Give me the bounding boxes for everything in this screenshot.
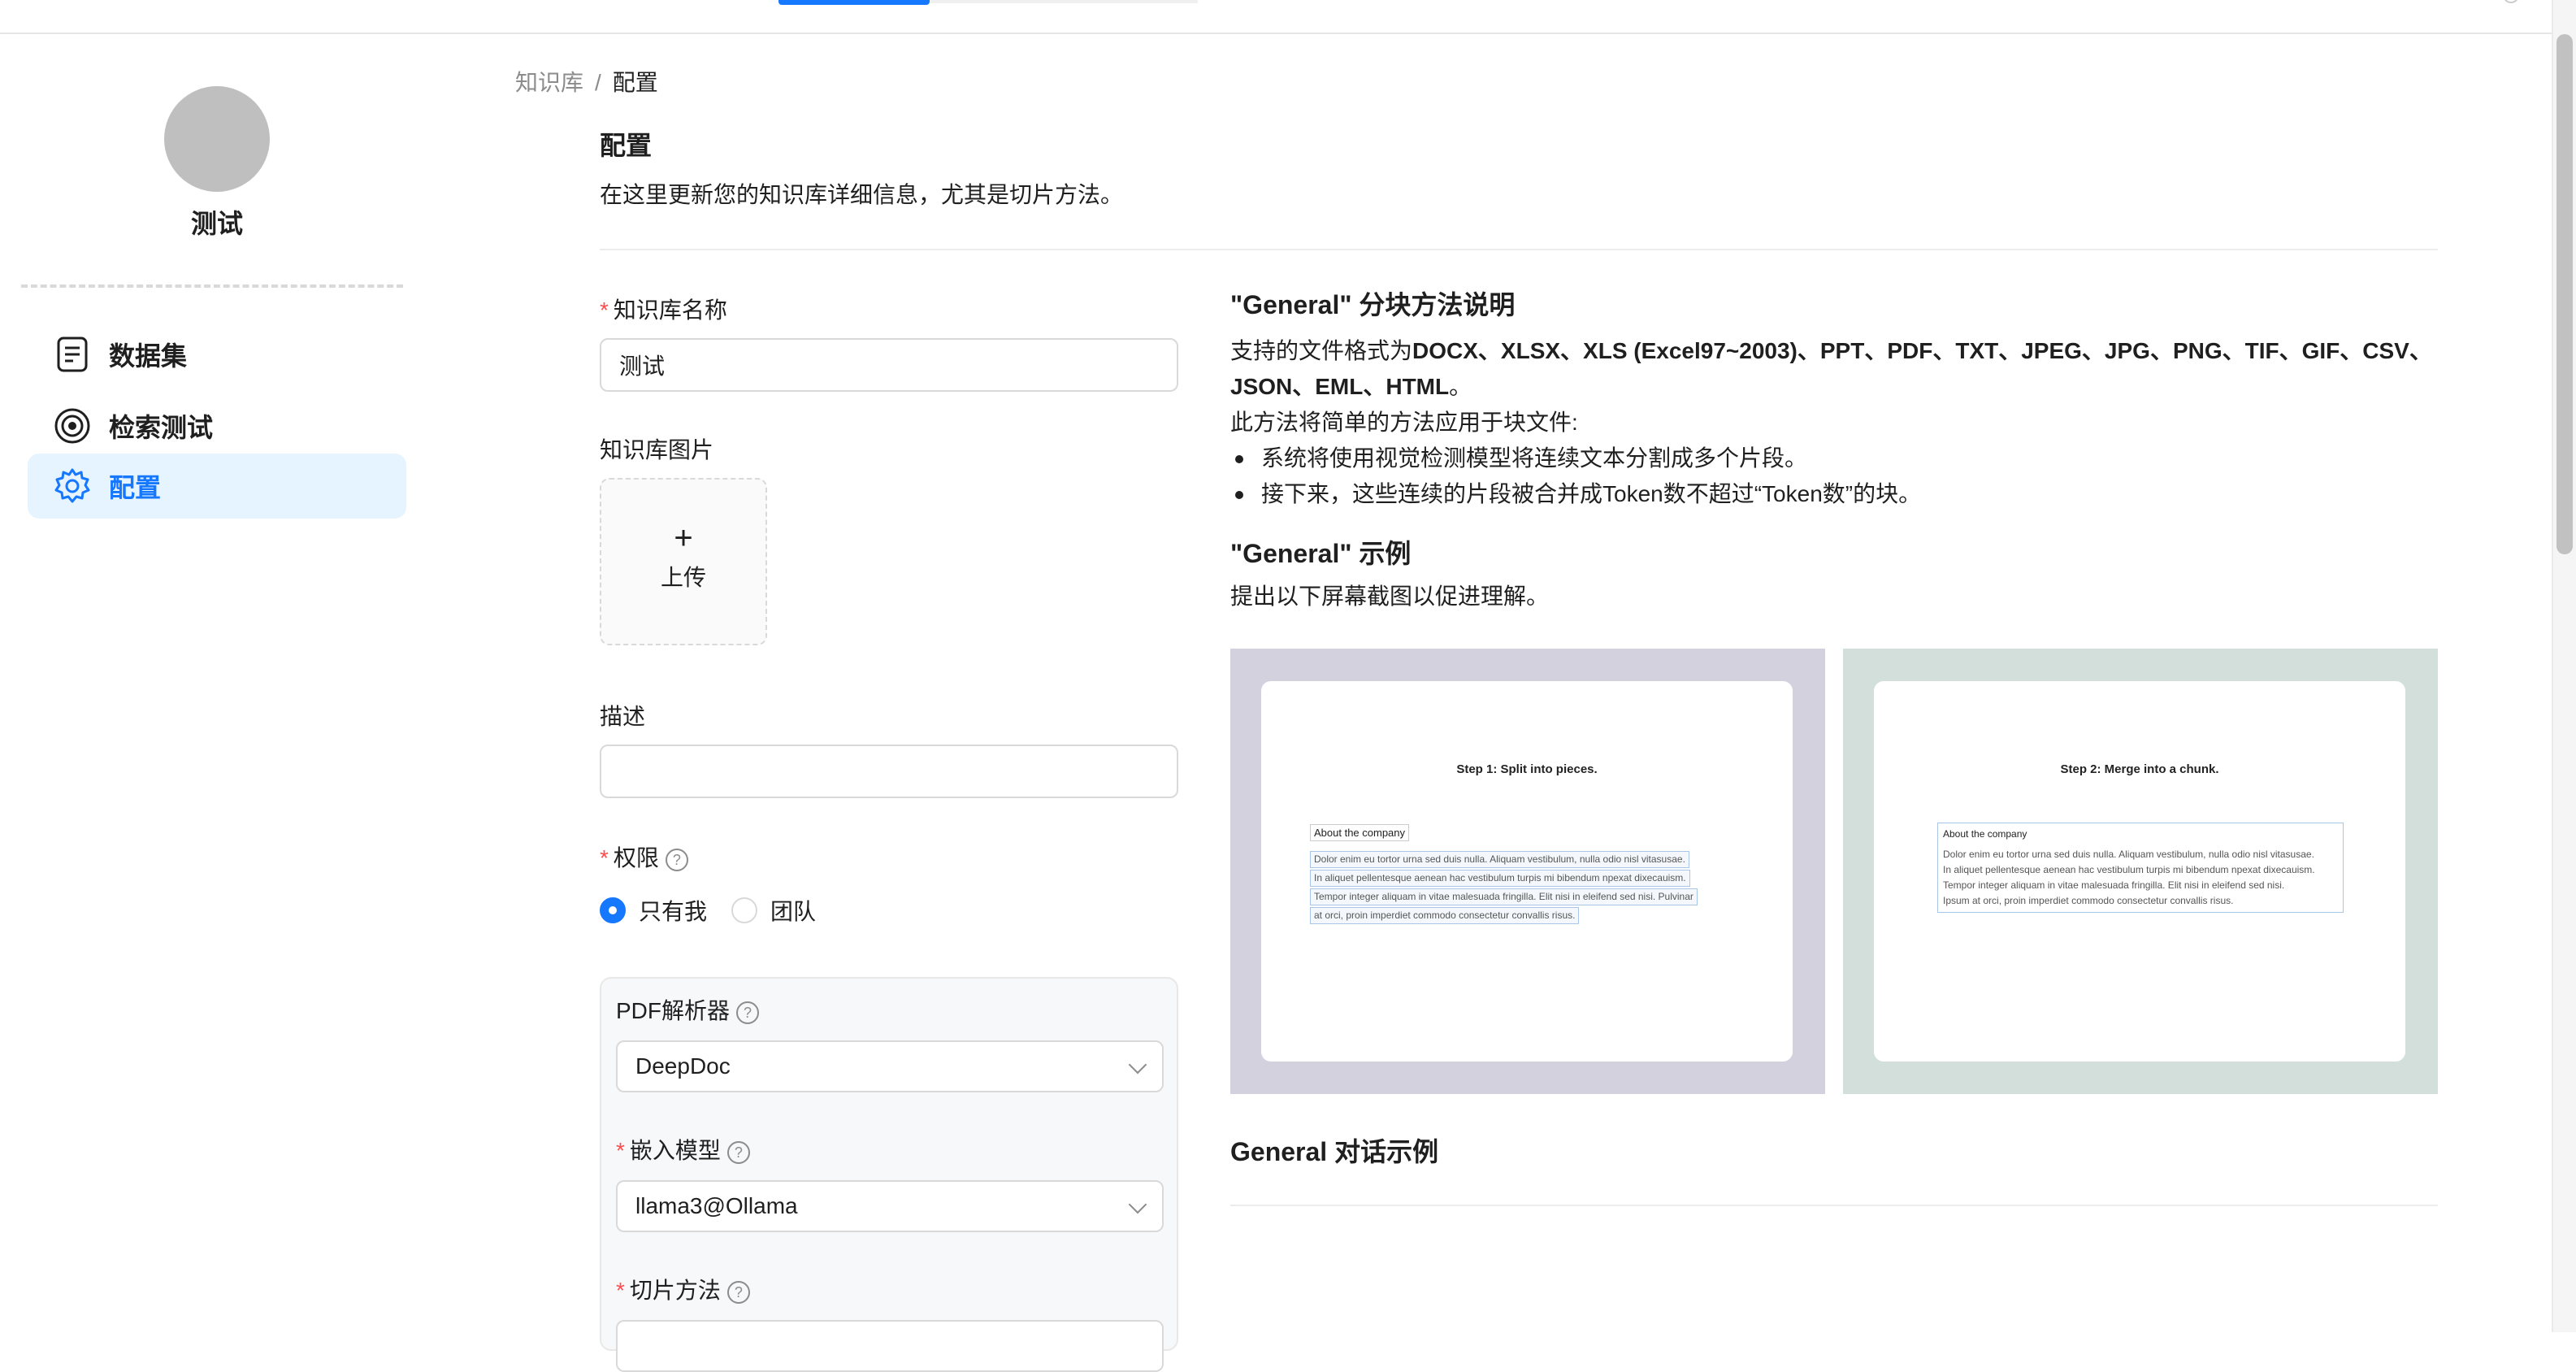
page-subtitle: 在这里更新您的知识库详细信息，尤其是切片方法。 <box>600 182 1124 207</box>
sidebar: 测试 数据集 检索测试 配置 <box>0 36 423 1332</box>
description-input[interactable] <box>600 745 1178 798</box>
kb-name-input[interactable]: 测试 <box>600 338 1178 392</box>
required-mark: * <box>600 845 609 871</box>
screenshot-card: Step 2: Merge into a chunk. About the co… <box>1874 681 2405 1062</box>
example-screenshot-split: Step 1: Split into pieces. About the com… <box>1230 649 1825 1094</box>
method-description: "General" 分块方法说明 支持的文件格式为DOCX、XLSX、XLS (… <box>1230 284 2438 614</box>
gear-icon <box>54 467 91 505</box>
breadcrumb-separator: / <box>595 70 601 95</box>
kb-avatar <box>164 86 270 192</box>
required-mark: * <box>616 1138 625 1163</box>
top-search-track <box>930 0 1198 3</box>
sidebar-item-label: 数据集 <box>109 341 188 371</box>
permission-label: * 权限? <box>600 840 688 873</box>
example-title: "General" 示例 <box>1230 539 1412 568</box>
chunk-method-label: * 切片方法? <box>616 1273 750 1305</box>
user-menu-icon[interactable] <box>2503 0 2519 3</box>
method-title: "General" 分块方法说明 <box>1230 290 1516 319</box>
section-divider <box>1230 1205 2438 1206</box>
active-tab-indicator <box>778 0 930 5</box>
permission-option-me[interactable]: 只有我 <box>600 894 707 927</box>
list-item: 系统将使用视觉检测模型将连续文本分割成多个片段。 <box>1230 441 2438 476</box>
dialog-example-title: General 对话示例 <box>1230 1137 1439 1166</box>
kb-image-label: 知识库图片 <box>600 437 714 462</box>
radio-unchecked[interactable] <box>731 897 758 923</box>
split-pieces: About the company Dolor enim eu tortor u… <box>1310 824 1765 926</box>
merged-chunk: About the company Dolor enim eu tortor u… <box>1937 823 2344 913</box>
breadcrumb-root[interactable]: 知识库 <box>515 70 583 95</box>
help-icon[interactable]: ? <box>665 848 688 871</box>
target-icon <box>54 407 91 445</box>
embedding-model-select[interactable]: llama3@Ollama <box>616 1180 1164 1232</box>
permission-option-team[interactable]: 团队 <box>731 894 816 927</box>
permission-radio-group: 只有我 团队 <box>600 894 840 927</box>
chunk-line: Dolor enim eu tortor urna sed duis nulla… <box>1943 849 2314 860</box>
description-label: 描述 <box>600 704 646 729</box>
piece: at orci, proin imperdiet commodo consect… <box>1310 907 1580 924</box>
sidebar-item-label: 配置 <box>109 473 162 502</box>
chunk-method-select[interactable] <box>616 1320 1164 1372</box>
top-bar <box>0 0 2552 34</box>
help-icon[interactable]: ? <box>726 1280 750 1304</box>
radio-checked[interactable] <box>600 897 626 923</box>
piece: In aliquet pellentesque aenean hac vesti… <box>1310 870 1690 887</box>
parser-settings-panel: PDF解析器? DeepDoc * 嵌入模型? llama3@Ollama * 切片… <box>600 977 1178 1372</box>
sidebar-item-dataset[interactable]: 数据集 <box>28 322 406 387</box>
help-icon[interactable]: ? <box>726 1140 750 1164</box>
method-steps: 系统将使用视觉检测模型将连续文本分割成多个片段。 接下来，这些连续的片段被合并成… <box>1230 441 2438 512</box>
required-mark: * <box>600 297 609 323</box>
chevron-down-icon <box>1128 1055 1147 1075</box>
page-title: 配置 <box>600 131 653 160</box>
chunk-line: Ipsum at orci, proin imperdiet commodo c… <box>1943 895 2234 906</box>
header-divider <box>600 249 2438 250</box>
supported-formats: 支持的文件格式为DOCX、XLSX、XLS (Excel97~2003)、PPT… <box>1230 338 2432 399</box>
embedding-model-label: * 嵌入模型? <box>616 1133 750 1166</box>
sidebar-item-label: 检索测试 <box>109 413 214 442</box>
sidebar-item-configuration[interactable]: 配置 <box>28 454 406 519</box>
chunk-line: Tempor integer aliquam in vitae malesuad… <box>1943 879 2285 891</box>
sidebar-item-retrieval-test[interactable]: 检索测试 <box>28 393 406 458</box>
pdf-parser-label: PDF解析器? <box>616 993 760 1026</box>
required-mark: * <box>616 1278 625 1303</box>
method-intro: 此方法将简单的方法应用于块文件: <box>1230 410 1578 435</box>
pdf-parser-select[interactable]: DeepDoc <box>616 1040 1164 1092</box>
plus-icon: + <box>674 520 693 556</box>
screenshot-card: Step 1: Split into pieces. About the com… <box>1261 681 1793 1062</box>
breadcrumb-current: 配置 <box>612 70 658 95</box>
piece-heading: About the company <box>1310 824 1410 841</box>
upload-label: 上传 <box>660 565 706 590</box>
image-upload-button[interactable]: + 上传 <box>600 478 767 645</box>
piece: Tempor integer aliquam in vitae malesuad… <box>1310 888 1698 905</box>
kb-name-label: * 知识库名称 <box>600 297 727 323</box>
piece: Dolor enim eu tortor urna sed duis nulla… <box>1310 851 1689 868</box>
chevron-down-icon <box>1128 1195 1147 1214</box>
chunk-heading: About the company <box>1943 828 2027 840</box>
scrollbar-thumb[interactable] <box>2556 34 2573 554</box>
document-icon <box>54 336 91 373</box>
step-title: Step 1: Split into pieces. <box>1456 762 1598 776</box>
help-icon[interactable]: ? <box>736 1001 760 1024</box>
step-title: Step 2: Merge into a chunk. <box>2060 762 2219 776</box>
page-scrollbar[interactable] <box>2552 0 2576 1332</box>
example-subtitle: 提出以下屏幕截图以促进理解。 <box>1230 584 1550 609</box>
list-item: 接下来，这些连续的片段被合并成Token数不超过“Token数”的块。 <box>1230 476 2438 512</box>
chunk-line: In aliquet pellentesque aenean hac vesti… <box>1943 864 2315 875</box>
example-screenshot-merge: Step 2: Merge into a chunk. About the co… <box>1843 649 2438 1094</box>
breadcrumb: 知识库 / 配置 <box>515 65 658 98</box>
sidebar-divider <box>21 284 403 288</box>
kb-name: 测试 <box>190 209 243 238</box>
